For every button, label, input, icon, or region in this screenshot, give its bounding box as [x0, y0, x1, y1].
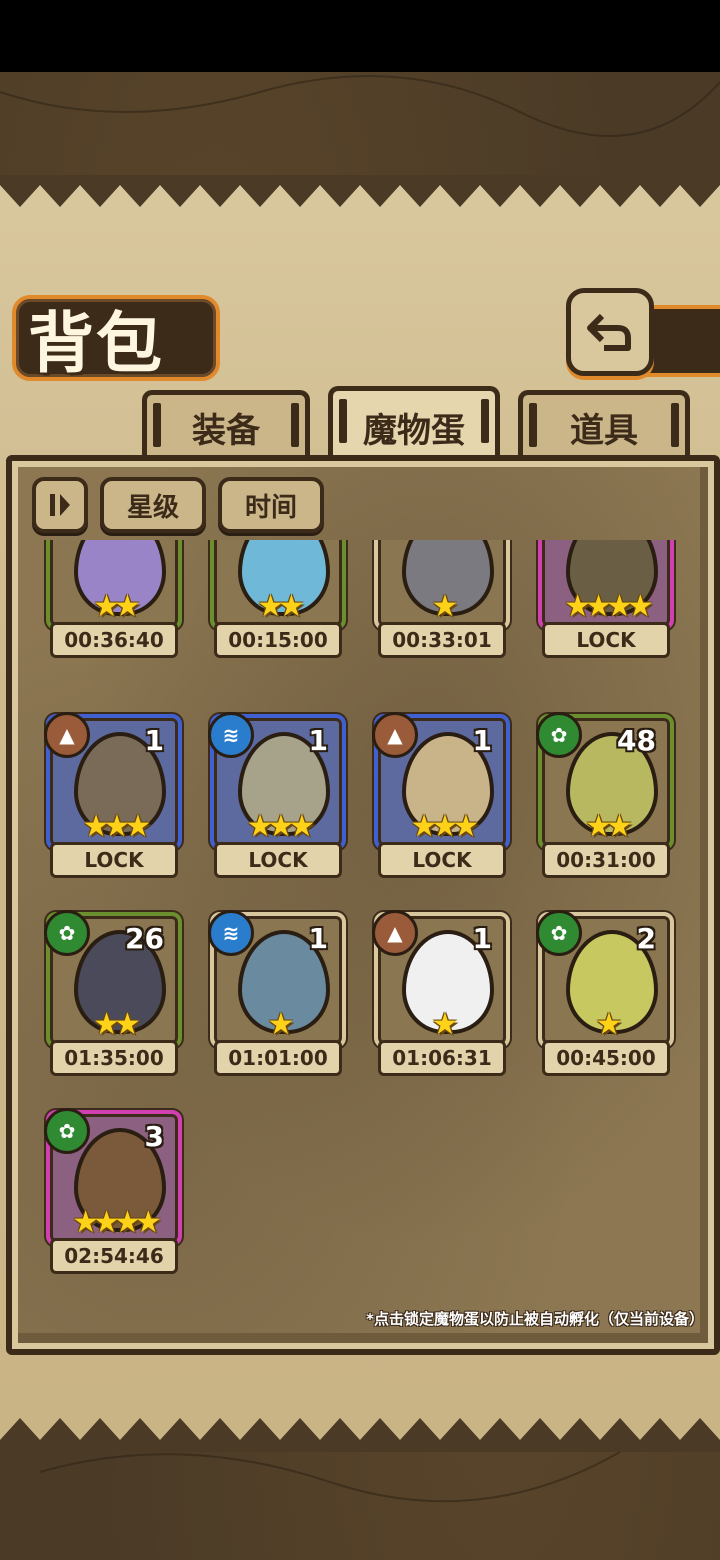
egg-card[interactable]: ✿ 26 ★★ 01:35:00 [44, 910, 182, 1082]
grass-element-icon: ✿ [44, 910, 90, 956]
star-rating-icon: ★★★★ [564, 589, 654, 624]
egg-card[interactable]: ▲ 1 ★ 01:06:31 [372, 910, 510, 1082]
page-title: 背包 [28, 305, 164, 382]
egg-count: 1 [308, 724, 328, 757]
lock-label: LOCK [214, 842, 342, 878]
tab-monster-eggs-label: 魔物蛋 [363, 410, 465, 451]
lock-label: LOCK [50, 842, 178, 878]
star-rating-icon: ★★★ [82, 809, 152, 844]
egg-count: 1 [144, 724, 164, 757]
earth-element-icon: ▲ [44, 712, 90, 758]
egg-count: 3 [144, 1120, 164, 1153]
sort-toggle-icon [50, 494, 70, 516]
egg-card[interactable]: ✿ 3 ★★★★ 02:54:46 [44, 1108, 182, 1280]
egg-card[interactable]: ≋1★★00:15:00 [210, 540, 346, 664]
hatch-timer: 00:15:00 [214, 622, 342, 658]
tab-items-label: 道具 [570, 410, 638, 451]
sort-by-star-label: 星级 [126, 492, 179, 523]
egg-card[interactable]: ✦10★★00:36:40 [46, 540, 182, 664]
hatch-timer: 01:06:31 [378, 1040, 506, 1076]
egg-count: 1 [472, 922, 492, 955]
star-rating-icon: ★★ [585, 809, 633, 844]
zigzag-bottom-edge [0, 1418, 720, 1452]
star-rating-icon: ★★ [93, 1007, 141, 1042]
hatch-timer: 01:01:00 [214, 1040, 342, 1076]
star-rating-icon: ★★★★ [72, 1205, 162, 1240]
egg-card[interactable]: ≋ 1 ★★★ LOCK [208, 712, 346, 884]
tab-items[interactable]: 道具 [518, 390, 690, 459]
egg-card[interactable]: ✿ 2 ★ 00:45:00 [536, 910, 674, 1082]
grass-element-icon: ✿ [536, 712, 582, 758]
egg-card[interactable]: ✿ 48 ★★ 00:31:00 [536, 712, 674, 884]
zigzag-top-edge [0, 175, 720, 207]
star-rating-icon: ★ [431, 1007, 459, 1042]
egg-card[interactable]: ▲ 1 ★★★ LOCK [372, 712, 510, 884]
egg-count: 1 [308, 922, 328, 955]
star-rating-icon: ★★★ [410, 809, 480, 844]
star-rating-icon: ★ [595, 1007, 623, 1042]
sort-by-star-button[interactable]: 星级 [100, 477, 206, 533]
egg-card[interactable]: ▲ 1 ★★★ LOCK [44, 712, 182, 884]
hatch-timer: 00:33:01 [378, 622, 506, 658]
star-rating-icon: ★★ [93, 589, 141, 624]
sort-by-time-button[interactable]: 时间 [218, 477, 324, 533]
star-rating-icon: ★ [267, 1007, 295, 1042]
egg-count: 2 [636, 922, 656, 955]
earth-element-icon: ▲ [372, 712, 418, 758]
hatch-timer: 02:54:46 [50, 1238, 178, 1274]
lock-label: LOCK [542, 622, 670, 658]
lock-hint: *点击锁定魔物蛋以防止被自动孵化（仅当前设备） [366, 1310, 704, 1328]
water-element-icon: ≋ [208, 910, 254, 956]
egg-card[interactable]: ▲1★00:33:01 [374, 540, 510, 664]
tab-equipment-label: 装备 [192, 410, 260, 451]
lock-label: LOCK [378, 842, 506, 878]
tab-equipment[interactable]: 装备 [142, 390, 310, 459]
tab-bar: 装备 魔物蛋 道具 [10, 386, 710, 463]
star-rating-icon: ★ [431, 589, 459, 624]
egg-count: 48 [617, 724, 656, 757]
hatch-timer: 00:45:00 [542, 1040, 670, 1076]
star-rating-icon: ★★ [257, 589, 305, 624]
back-button[interactable] [566, 288, 654, 376]
earth-element-icon: ▲ [372, 910, 418, 956]
return-arrow-icon [587, 313, 631, 351]
egg-count: 1 [472, 724, 492, 757]
grass-element-icon: ✿ [44, 1108, 90, 1154]
status-bar [0, 0, 720, 72]
egg-grid[interactable]: ✦10★★00:36:40≋1★★00:15:00▲1★00:33:01≋1★★… [18, 540, 700, 1320]
egg-card[interactable]: ≋1★★★★LOCK [538, 540, 674, 664]
egg-card[interactable]: ≋ 1 ★ 01:01:00 [208, 910, 346, 1082]
sort-toggle-button[interactable] [32, 477, 88, 533]
sort-by-time-label: 时间 [244, 492, 297, 523]
water-element-icon: ≋ [208, 712, 254, 758]
grass-element-icon: ✿ [536, 910, 582, 956]
hatch-timer: 00:31:00 [542, 842, 670, 878]
star-rating-icon: ★★★ [246, 809, 316, 844]
hatch-timer: 00:36:40 [50, 622, 178, 658]
egg-count: 26 [125, 922, 164, 955]
hatch-timer: 01:35:00 [50, 1040, 178, 1076]
tab-monster-eggs[interactable]: 魔物蛋 [328, 386, 500, 463]
